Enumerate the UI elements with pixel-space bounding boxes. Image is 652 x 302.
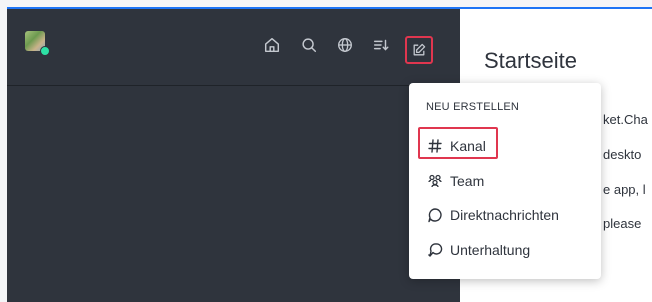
sidebar xyxy=(7,9,460,302)
app-window: Startseite ket.Cha deskto e app, l pleas… xyxy=(7,7,652,302)
menu-item-label: Direktnachrichten xyxy=(450,207,559,223)
kanal-highlight xyxy=(418,127,498,159)
online-status-dot xyxy=(40,46,50,56)
menu-item-label: Unterhaltung xyxy=(450,242,531,258)
discussion-icon xyxy=(426,241,444,259)
edit-icon xyxy=(413,43,426,56)
create-new-menu: NEU ERSTELLEN Kanal Team Direktnachricht… xyxy=(409,83,601,279)
main-text-line: ket.Cha xyxy=(603,112,648,127)
main-text-line: e app, l xyxy=(603,182,646,197)
main-text-line: please xyxy=(603,216,642,231)
create-new-button[interactable] xyxy=(405,36,433,64)
menu-item-unterhaltung[interactable]: Unterhaltung xyxy=(426,239,530,261)
sort-icon[interactable] xyxy=(371,35,391,55)
menu-item-team[interactable]: Team xyxy=(426,170,484,192)
search-icon[interactable] xyxy=(299,35,319,55)
team-icon xyxy=(426,172,444,190)
chat-bubble-icon xyxy=(426,206,444,224)
page-title: Startseite xyxy=(484,48,577,73)
home-icon[interactable] xyxy=(262,35,282,55)
main-text-line: deskto xyxy=(603,147,642,162)
menu-item-label: Team xyxy=(450,173,485,189)
sidebar-header xyxy=(7,9,460,86)
menu-heading: NEU ERSTELLEN xyxy=(426,101,520,113)
globe-icon[interactable] xyxy=(335,35,355,55)
menu-item-direktnachrichten[interactable]: Direktnachrichten xyxy=(426,204,559,226)
